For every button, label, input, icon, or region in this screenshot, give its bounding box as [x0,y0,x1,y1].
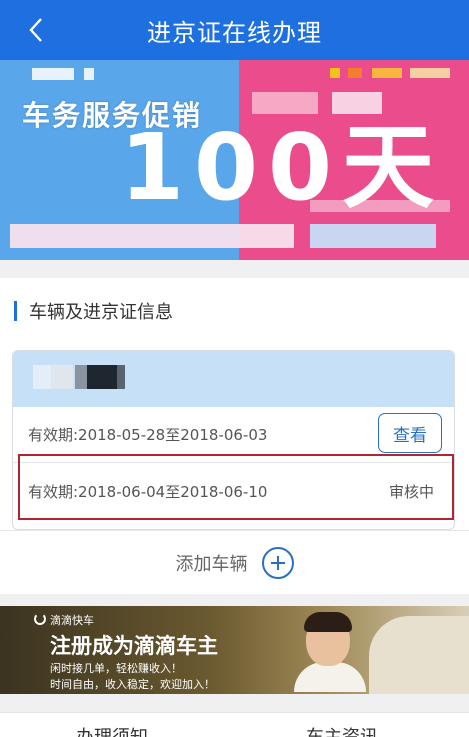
tab-instructions[interactable]: 办理须知 [76,723,148,737]
driver-photo [294,612,366,692]
ad-subline: 时间自由，收入稳定，欢迎加入！ [50,678,215,691]
section-title-accent [14,301,17,321]
ad-subline: 闲时接几单，轻松赚收入！ [50,662,182,675]
banner-blur-block [372,68,402,78]
plus-circle-icon [261,546,294,579]
banner-blur-block [332,92,382,114]
banner-blur-block [32,68,74,80]
highlight-box [18,454,454,520]
banner-blur-block [310,200,450,212]
back-button[interactable] [22,14,50,46]
banner-blur-block [330,68,340,78]
license-plate-blurred [33,365,125,389]
didi-logo-icon [34,613,46,625]
banner-blur-block [310,224,436,248]
bottom-tabs: 办理须知 车主资讯 [0,712,469,737]
add-vehicle-label: 添加车辆 [175,553,248,575]
banner-blur-block [348,68,362,78]
add-vehicle-button[interactable]: 添加车辆 [0,530,469,594]
chevron-left-icon [29,18,42,42]
banner-blur-block [252,92,318,114]
view-permit-button[interactable]: 查看 [378,413,442,453]
ad-brand: 滴滴快车 [50,614,94,627]
tab-owner-news[interactable]: 车主资讯 [306,723,378,737]
banner-blur-block [84,68,94,80]
didi-ad-banner[interactable]: 滴滴快车 注册成为滴滴车主 闲时接几单，轻松赚收入！ 时间自由，收入稳定，欢迎加… [0,606,469,694]
vehicle-plate-header [13,351,454,407]
permit-validity: 有效期:2018-05-28至2018-06-03 [28,426,268,444]
car-seat-graphic [369,616,469,694]
app-header: 进京证在线办理 [0,0,469,60]
banner-blur-block [410,68,450,78]
section-title-text: 车辆及进京证信息 [29,302,173,323]
page-title: 进京证在线办理 [147,18,322,47]
banner-blur-block [10,224,294,248]
ad-headline: 注册成为滴滴车主 [50,634,218,658]
vehicle-permit-section: 车辆及进京证信息 有效期:2018-05-28至2018-06-03 查看 有效… [0,278,469,594]
promo-banner[interactable]: 车务服务促销 100天 [0,60,469,260]
section-title: 车辆及进京证信息 [14,298,173,324]
